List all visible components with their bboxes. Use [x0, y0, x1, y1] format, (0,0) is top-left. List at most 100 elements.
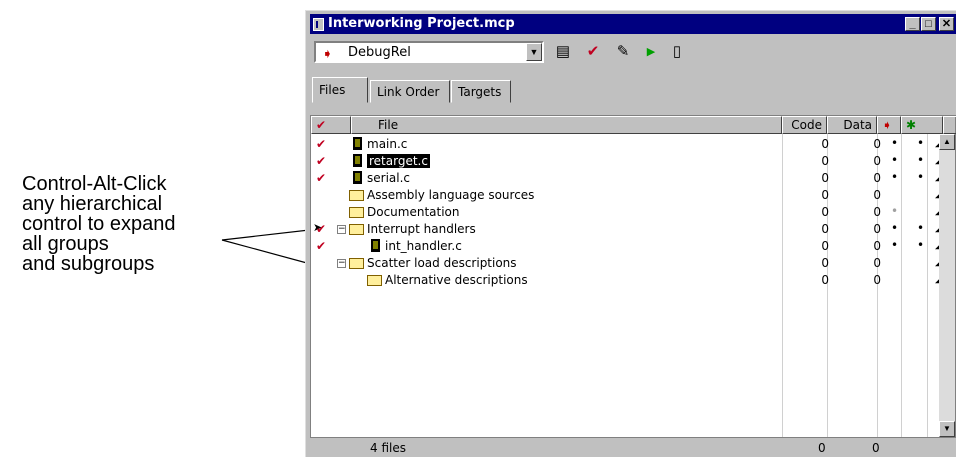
- folder-icon: [349, 190, 364, 201]
- file-name[interactable]: Alternative descriptions: [385, 273, 528, 287]
- file-row[interactable]: Alternative descriptions00◢: [311, 272, 943, 288]
- target-select-value: DebugRel: [348, 45, 411, 60]
- file-row[interactable]: Documentation00•◢: [311, 204, 943, 220]
- file-name[interactable]: serial.c: [367, 171, 410, 185]
- file-row[interactable]: Assembly language sources00◢: [311, 187, 943, 203]
- status-bar: 4 files 0 0: [310, 439, 956, 457]
- file-data-size: 0: [873, 171, 881, 185]
- debug-flag[interactable]: •: [891, 153, 898, 167]
- close-button[interactable]: ✕: [939, 17, 954, 31]
- check-icon[interactable]: ✔: [316, 239, 326, 253]
- folder-icon: [349, 258, 364, 269]
- debug-flag[interactable]: •: [891, 238, 898, 252]
- file-list: ✔ File Code Data ➧ ✱ ✔main.c00••◢✔retarg…: [310, 115, 956, 438]
- source-file-icon: [353, 137, 362, 150]
- maximize-button[interactable]: □: [921, 17, 936, 31]
- file-data-size: 0: [873, 256, 881, 270]
- file-code-size: 0: [821, 239, 829, 253]
- column-touch[interactable]: [943, 116, 956, 134]
- file-row[interactable]: −Scatter load descriptions00◢: [311, 255, 943, 271]
- column-check[interactable]: ✔: [311, 116, 351, 134]
- file-code-size: 0: [821, 273, 829, 287]
- folder-icon: [349, 207, 364, 218]
- file-data-size: 0: [873, 188, 881, 202]
- check-icon[interactable]: ✔: [316, 154, 326, 168]
- column-code[interactable]: Code: [782, 116, 827, 134]
- scroll-up-icon[interactable]: ▲: [939, 134, 955, 150]
- project-inspector-icon[interactable]: ▯: [666, 42, 688, 62]
- target-flag[interactable]: •: [917, 170, 924, 184]
- minimize-button[interactable]: _: [905, 17, 920, 31]
- file-row[interactable]: ✔main.c00••◢: [311, 136, 943, 152]
- file-code-size: 0: [821, 222, 829, 236]
- file-name[interactable]: main.c: [367, 137, 407, 151]
- file-data-size: 0: [873, 205, 881, 219]
- debug-flag[interactable]: •: [891, 221, 898, 235]
- file-count: 4 files: [370, 441, 406, 455]
- file-code-size: 0: [821, 205, 829, 219]
- column-header: ✔ File Code Data ➧ ✱: [311, 116, 956, 134]
- collapse-icon[interactable]: −: [337, 225, 346, 234]
- run-icon[interactable]: ▶: [640, 42, 662, 62]
- chevron-down-icon[interactable]: ▼: [526, 43, 542, 61]
- tab-link-order[interactable]: Link Order: [370, 80, 450, 103]
- source-file-icon: [371, 239, 380, 252]
- tab-files[interactable]: Files: [312, 77, 368, 103]
- target-flag[interactable]: •: [917, 136, 924, 150]
- source-file-icon: [353, 154, 362, 167]
- target-column-icon[interactable]: ✱: [901, 116, 943, 134]
- file-code-size: 0: [821, 171, 829, 185]
- file-name[interactable]: int_handler.c: [385, 239, 462, 253]
- check-icon[interactable]: ✔: [316, 171, 326, 185]
- tab-bar: Files Link Order Targets: [310, 75, 956, 103]
- target-flag[interactable]: •: [917, 153, 924, 167]
- toolbar: ➧ DebugRel ▼ ▤ ✔ ✎ ▶ ▯: [310, 39, 956, 69]
- file-data-size: 0: [873, 137, 881, 151]
- file-row[interactable]: ✔retarget.c00••◢: [311, 153, 943, 169]
- file-name[interactable]: retarget.c: [367, 154, 430, 168]
- target-icon: ➧: [322, 46, 333, 61]
- file-row[interactable]: ✔serial.c00••◢: [311, 170, 943, 186]
- project-window: Interworking Project.mcp _ □ ✕ ➧ DebugRe…: [305, 10, 956, 457]
- debug-column-icon[interactable]: ➧: [877, 116, 901, 134]
- check-icon[interactable]: ✔: [316, 137, 326, 151]
- title-bar[interactable]: Interworking Project.mcp _ □ ✕: [310, 14, 956, 34]
- folder-icon: [367, 275, 382, 286]
- callout-arrow-lower: [221, 239, 320, 268]
- target-flag[interactable]: •: [917, 238, 924, 252]
- vertical-scrollbar[interactable]: ▲ ▼: [939, 134, 955, 437]
- total-data: 0: [872, 441, 880, 455]
- column-file[interactable]: File: [351, 116, 782, 134]
- file-data-size: 0: [873, 239, 881, 253]
- project-file-icon: [313, 18, 324, 31]
- file-name[interactable]: Documentation: [367, 205, 460, 219]
- column-data[interactable]: Data: [827, 116, 877, 134]
- file-data-size: 0: [873, 154, 881, 168]
- debug-flag[interactable]: •: [891, 136, 898, 150]
- file-code-size: 0: [821, 256, 829, 270]
- file-name[interactable]: Assembly language sources: [367, 188, 534, 202]
- scroll-down-icon[interactable]: ▼: [939, 421, 955, 437]
- collapse-icon[interactable]: −: [337, 259, 346, 268]
- folder-icon: [349, 224, 364, 235]
- file-code-size: 0: [821, 188, 829, 202]
- tab-targets[interactable]: Targets: [451, 80, 511, 103]
- file-name[interactable]: Scatter load descriptions: [367, 256, 517, 270]
- total-code: 0: [818, 441, 826, 455]
- file-row[interactable]: ✔int_handler.c00••◢: [311, 238, 943, 254]
- file-name[interactable]: Interrupt handlers: [367, 222, 476, 236]
- target-settings-icon[interactable]: ▤: [552, 42, 574, 62]
- debug-flag[interactable]: •: [891, 170, 898, 184]
- check-icon[interactable]: ✔: [316, 222, 326, 236]
- debug-flag[interactable]: •: [891, 204, 898, 218]
- target-select[interactable]: ➧ DebugRel ▼: [314, 41, 544, 63]
- callout-arrow-upper: [221, 225, 320, 241]
- file-code-size: 0: [821, 137, 829, 151]
- file-data-size: 0: [873, 273, 881, 287]
- window-title: Interworking Project.mcp: [328, 16, 515, 31]
- file-code-size: 0: [821, 154, 829, 168]
- file-row[interactable]: ➤✔−Interrupt handlers00••◢: [311, 221, 943, 237]
- target-flag[interactable]: •: [917, 221, 924, 235]
- check-syntax-icon[interactable]: ✔: [582, 42, 604, 62]
- make-icon[interactable]: ✎: [612, 42, 634, 62]
